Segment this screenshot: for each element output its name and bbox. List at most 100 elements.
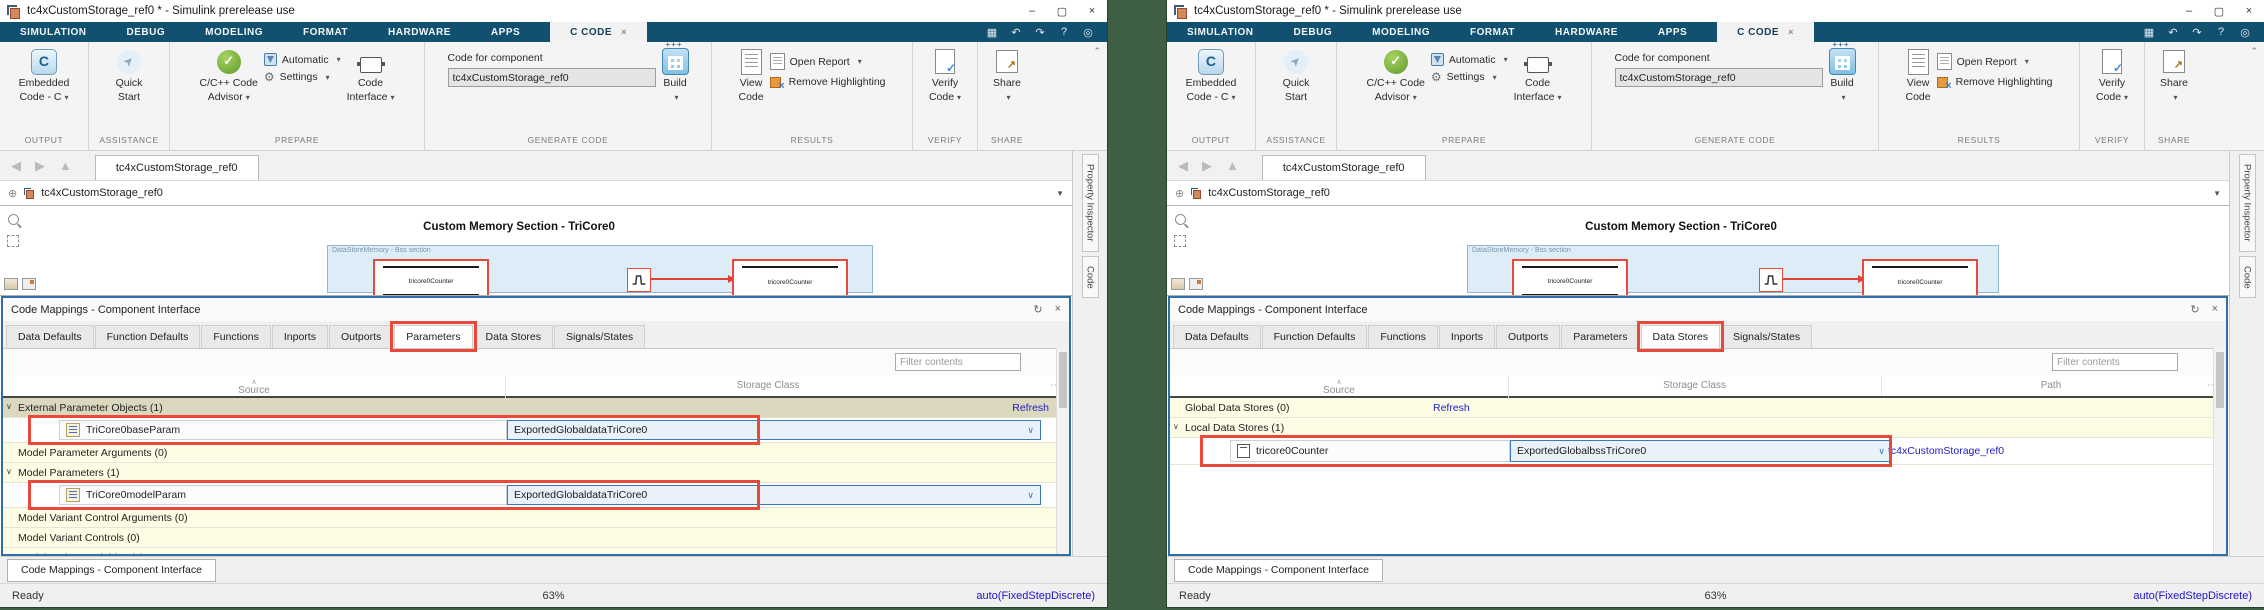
- tab-format[interactable]: FORMAT: [1450, 22, 1535, 42]
- tab-parameters[interactable]: Parameters: [394, 325, 472, 348]
- remove-highlighting-button[interactable]: Remove Highlighting: [1937, 75, 2053, 89]
- table-row-tricore0counter[interactable]: tricore0Counter ExportedGlobalbssTriCore…: [1170, 438, 2226, 465]
- perspective-icon[interactable]: ◎: [1081, 26, 1095, 39]
- tab-apps[interactable]: APPS: [1638, 22, 1707, 42]
- code-interface-button[interactable]: Code Interface: [1514, 45, 1562, 104]
- data-store-memory-block[interactable]: tricore0Counter: [373, 259, 489, 296]
- storage-class-dropdown[interactable]: ExportedGlobalbssTriCore0: [1510, 440, 1892, 462]
- code-dock-tab[interactable]: Code: [2239, 256, 2256, 299]
- perspective-icon[interactable]: ◎: [2238, 26, 2252, 39]
- tab-functions[interactable]: Functions: [1368, 325, 1438, 348]
- automatic-dropdown[interactable]: Automatic: [1431, 53, 1508, 66]
- group-row-model-parameters[interactable]: Model Parameters (1): [3, 463, 1069, 483]
- minimize-button[interactable]: –: [2174, 0, 2204, 22]
- tab-format[interactable]: FORMAT: [283, 22, 368, 42]
- column-source[interactable]: ∧Source: [3, 375, 506, 398]
- view-code-button[interactable]: View Code: [1906, 45, 1931, 104]
- model-tab[interactable]: tc4xCustomStorage_ref0: [1262, 155, 1426, 180]
- table-row-tricore0baseparam[interactable]: TriCore0baseParam ExportedGlobaldataTriC…: [3, 418, 1069, 443]
- model-canvas[interactable]: Custom Memory Section - TriCore0 DataSto…: [0, 206, 1072, 296]
- group-row-model-parameter-arguments[interactable]: Model Parameter Arguments (0): [3, 443, 1069, 463]
- fit-to-view-icon[interactable]: [1174, 235, 1186, 247]
- view-code-button[interactable]: View Code: [739, 45, 764, 104]
- tab-outports[interactable]: Outports: [329, 325, 393, 348]
- share-button[interactable]: Share: [2160, 45, 2188, 104]
- tab-function-defaults[interactable]: Function Defaults: [95, 325, 201, 348]
- collapse-ribbon-icon[interactable]: ⌃: [2250, 46, 2258, 57]
- annotation-icon[interactable]: [1189, 278, 1203, 290]
- tab-function-defaults[interactable]: Function Defaults: [1262, 325, 1368, 348]
- filter-input[interactable]: [2052, 353, 2178, 371]
- source-cell[interactable]: TriCore0modelParam: [59, 485, 507, 505]
- chevron-down-icon[interactable]: [1878, 446, 1885, 457]
- settings-dropdown[interactable]: ⚙ Settings: [1431, 71, 1508, 83]
- close-panel-icon[interactable]: ×: [2212, 303, 2218, 316]
- tab-simulation[interactable]: SIMULATION: [0, 22, 106, 42]
- refresh-panel-icon[interactable]: ↻: [2190, 303, 2199, 316]
- tab-signals-states[interactable]: Signals/States: [554, 325, 645, 348]
- tab-data-stores[interactable]: Data Stores: [1641, 325, 1720, 348]
- up-icon[interactable]: ▲: [1226, 158, 1239, 173]
- embedded-code-button[interactable]: C Embedded Code - C: [1186, 45, 1237, 104]
- forward-icon[interactable]: ▶: [35, 158, 45, 174]
- close-button[interactable]: ×: [1077, 0, 1107, 22]
- fit-to-view-icon[interactable]: [7, 235, 19, 247]
- code-advisor-button[interactable]: ✓ C/C++ Code Advisor: [1367, 45, 1425, 104]
- tab-simulation[interactable]: SIMULATION: [1167, 22, 1273, 42]
- close-tab-icon[interactable]: ×: [621, 27, 627, 37]
- annotation-icon[interactable]: [22, 278, 36, 290]
- breadcrumb[interactable]: tc4xCustomStorage_ref0: [1208, 187, 1330, 199]
- quick-start-button[interactable]: ➤ Quick Start: [116, 45, 143, 104]
- column-storage-class[interactable]: Storage Class: [505, 375, 1031, 396]
- solver-label[interactable]: auto(FixedStepDiscrete): [976, 590, 1095, 602]
- source-cell[interactable]: tricore0Counter: [1230, 440, 1510, 462]
- library-icon[interactable]: [4, 278, 18, 290]
- data-store-write-block[interactable]: tricore0Counter: [732, 259, 848, 296]
- tab-functions[interactable]: Functions: [201, 325, 271, 348]
- group-row-external-parameter-objects[interactable]: External Parameter Objects (1)Refresh: [3, 398, 1069, 418]
- code-mappings-bottom-tab[interactable]: Code Mappings - Component Interface: [7, 559, 216, 582]
- table-row-tricore0modelparam[interactable]: TriCore0modelParam ExportedGlobaldataTri…: [3, 483, 1069, 508]
- column-source[interactable]: ∧Source: [1170, 375, 1509, 398]
- tab-data-stores[interactable]: Data Stores: [474, 325, 553, 348]
- remove-highlighting-button[interactable]: Remove Highlighting: [770, 75, 886, 89]
- path-link[interactable]: tc4xCustomStorage_ref0: [1888, 438, 2004, 464]
- refresh-panel-icon[interactable]: ↻: [1033, 303, 1042, 316]
- filter-input[interactable]: [895, 353, 1021, 371]
- tab-apps[interactable]: APPS: [471, 22, 540, 42]
- eye-icon[interactable]: ⊕: [1175, 187, 1184, 200]
- automatic-dropdown[interactable]: Automatic: [264, 53, 341, 66]
- chevron-down-icon[interactable]: ▼: [1056, 189, 1064, 198]
- maximize-button[interactable]: ▢: [2204, 0, 2234, 22]
- back-icon[interactable]: ◀: [1178, 158, 1188, 174]
- component-field[interactable]: [448, 68, 656, 87]
- save-icon[interactable]: ▦: [2142, 26, 2156, 39]
- share-button[interactable]: Share: [993, 45, 1021, 104]
- property-inspector-tab[interactable]: Property Inspector: [2239, 154, 2256, 252]
- data-store-write-block[interactable]: tricore0Counter: [1862, 259, 1978, 296]
- library-icon[interactable]: [1171, 278, 1185, 290]
- chevron-down-icon[interactable]: [1027, 490, 1034, 501]
- settings-dropdown[interactable]: ⚙ Settings: [264, 71, 341, 83]
- back-icon[interactable]: ◀: [11, 158, 21, 174]
- data-store-memory-block[interactable]: tricore0Counter: [1512, 259, 1628, 296]
- tab-inports[interactable]: Inports: [272, 325, 328, 348]
- code-interface-button[interactable]: Code Interface: [347, 45, 395, 104]
- signal-block[interactable]: [1759, 268, 1783, 292]
- model-tab[interactable]: tc4xCustomStorage_ref0: [95, 155, 259, 180]
- close-tab-icon[interactable]: ×: [1788, 27, 1794, 37]
- verify-code-button[interactable]: Verify Code: [2096, 45, 2128, 104]
- tab-parameters[interactable]: Parameters: [1561, 325, 1639, 348]
- storage-class-dropdown[interactable]: ExportedGlobaldataTriCore0: [507, 485, 1041, 505]
- breadcrumb[interactable]: tc4xCustomStorage_ref0: [41, 187, 163, 199]
- property-inspector-tab[interactable]: Property Inspector: [1082, 154, 1099, 252]
- eye-icon[interactable]: ⊕: [8, 187, 17, 200]
- model-canvas[interactable]: Custom Memory Section - TriCore0 DataSto…: [1167, 206, 2229, 296]
- refresh-link[interactable]: Refresh: [1012, 402, 1049, 414]
- redo-icon[interactable]: ↷: [2190, 26, 2204, 39]
- tab-hardware[interactable]: HARDWARE: [368, 22, 471, 42]
- column-path[interactable]: Path: [1881, 375, 2221, 396]
- tab-c-code[interactable]: C CODE×: [550, 22, 647, 42]
- tab-modeling[interactable]: MODELING: [1352, 22, 1450, 42]
- forward-icon[interactable]: ▶: [1202, 158, 1212, 174]
